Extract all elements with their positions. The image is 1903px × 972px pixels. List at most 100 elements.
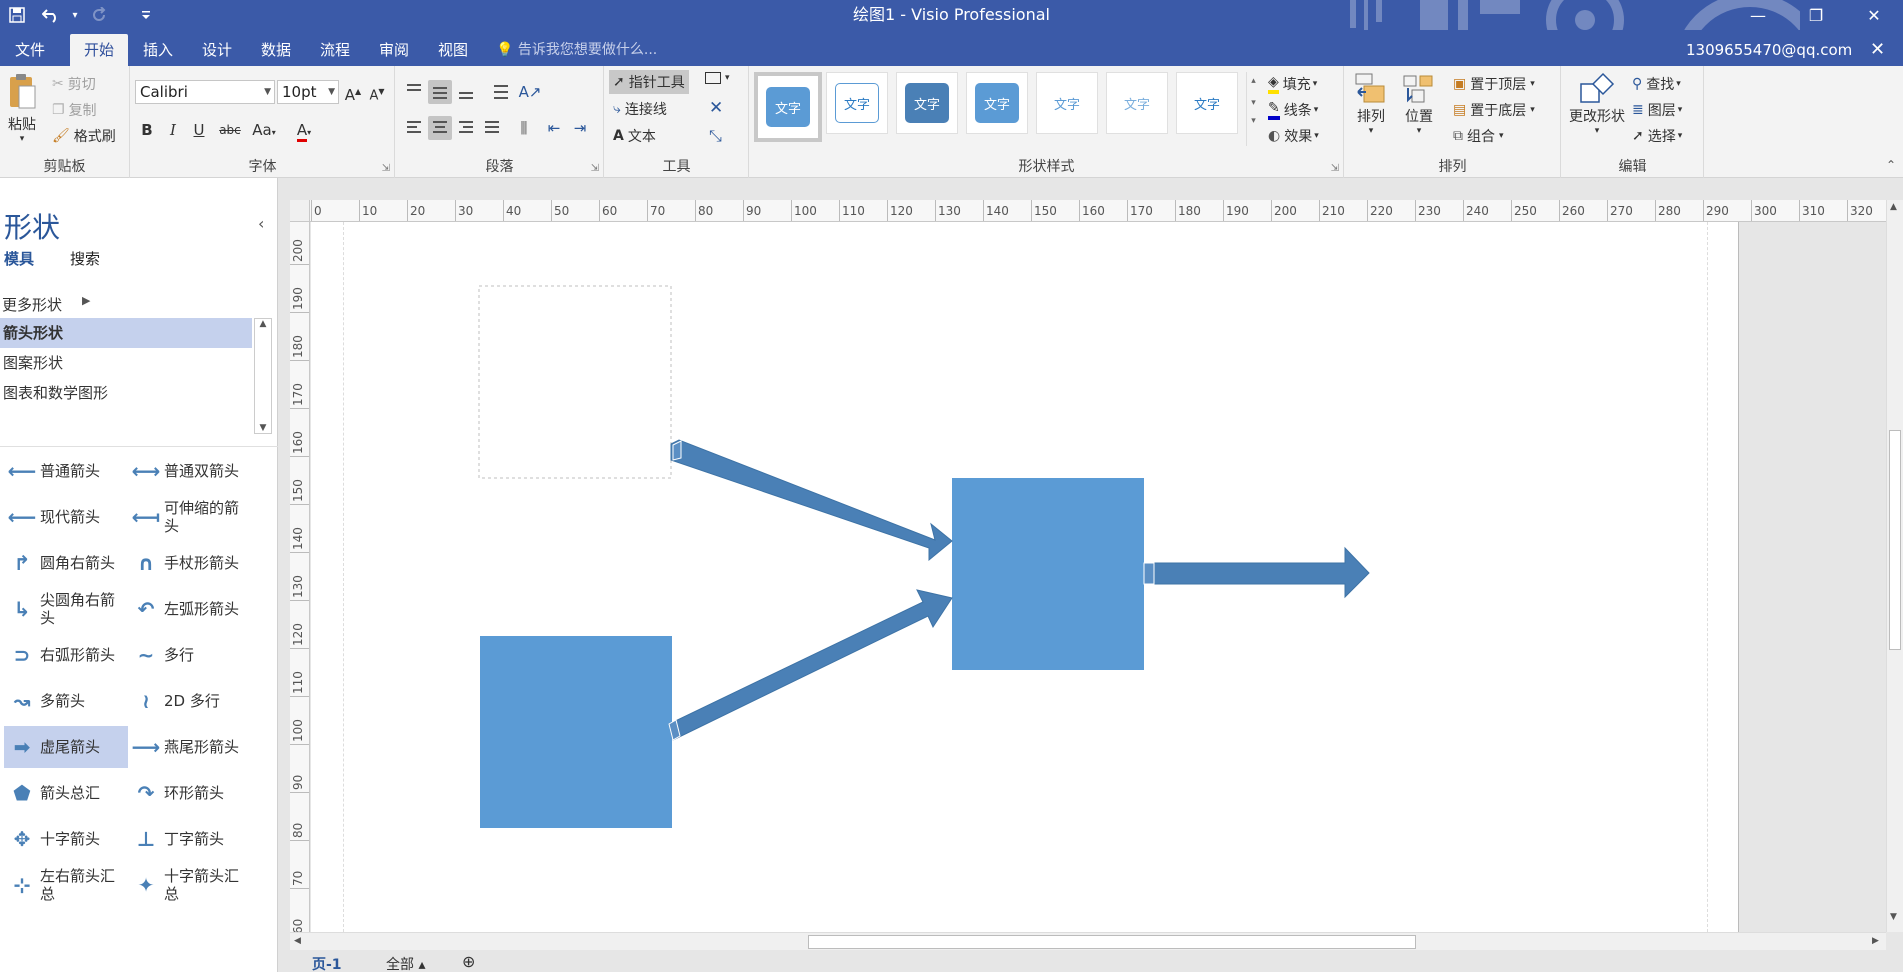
- find-button[interactable]: ⚲ 查找 ▾: [1632, 74, 1681, 94]
- scroll-left-icon[interactable]: ◀: [294, 936, 301, 946]
- font-size-select[interactable]: 10pt ▼: [277, 80, 339, 104]
- save-icon[interactable]: [0, 0, 34, 30]
- scroll-down-icon[interactable]: ▼: [1890, 912, 1897, 922]
- dialog-launcher-icon[interactable]: ⇲: [382, 163, 390, 174]
- collapse-panel-icon[interactable]: ‹: [258, 214, 264, 233]
- tab-data[interactable]: 数据: [252, 34, 300, 66]
- align-top-button[interactable]: [402, 80, 426, 104]
- pointer-tool-button[interactable]: ➚ 指针工具: [609, 70, 689, 94]
- gallery-scroll[interactable]: ▴ ▾ ▾: [1246, 72, 1260, 146]
- master-shape-7-0[interactable]: ⬟ 箭头总汇: [4, 772, 128, 814]
- drawing-page[interactable]: [311, 222, 1739, 932]
- connector-button[interactable]: ⤷ 连接线: [613, 99, 667, 119]
- change-shape-button[interactable]: 更改形状 ▾: [1566, 72, 1628, 136]
- master-shape-9-1[interactable]: ✦ 十字箭头汇总: [128, 864, 252, 906]
- close-icon[interactable]: ✕: [1845, 0, 1903, 30]
- undo-dropdown-icon[interactable]: ▾: [68, 0, 82, 30]
- style-thumbnail-4[interactable]: 文字: [966, 72, 1028, 134]
- arrow-center-to-right[interactable]: [1143, 546, 1370, 599]
- align-left-button[interactable]: [402, 116, 426, 140]
- dialog-launcher-icon[interactable]: ⇲: [1331, 163, 1339, 174]
- add-page-icon[interactable]: ⊕: [462, 952, 475, 971]
- page-tab-1[interactable]: 页-1: [312, 954, 342, 972]
- position-button[interactable]: 位置 ▾: [1397, 72, 1441, 136]
- font-name-select[interactable]: Calibri ▼: [135, 80, 275, 104]
- copy-button[interactable]: ❐ 复制: [52, 100, 97, 120]
- select-button[interactable]: ➚ 选择 ▾: [1632, 126, 1682, 146]
- grow-font-button[interactable]: A▲: [341, 80, 365, 104]
- tab-home[interactable]: 开始: [70, 34, 128, 66]
- dialog-launcher-icon[interactable]: ⇲: [591, 163, 599, 174]
- tab-view[interactable]: 视图: [429, 34, 477, 66]
- align-right-button[interactable]: [454, 116, 478, 140]
- horizontal-scroll-thumb[interactable]: [808, 935, 1416, 949]
- font-color-button[interactable]: A▾: [287, 118, 321, 142]
- master-shape-1-1[interactable]: ⟻ 可伸缩的箭头: [128, 496, 252, 538]
- rectangle-tool-button[interactable]: ▾: [705, 72, 730, 84]
- stencil-list-scrollbar[interactable]: ▲ ▼: [254, 318, 272, 434]
- master-shape-5-1[interactable]: ≀ 2D 多行: [128, 680, 252, 722]
- vertical-scrollbar[interactable]: ▲ ▼: [1886, 200, 1903, 932]
- master-shape-2-1[interactable]: ∩ 手杖形箭头: [128, 542, 252, 584]
- master-shape-6-1[interactable]: ⟶ 燕尾形箭头: [128, 726, 252, 768]
- delete-connector-icon[interactable]: ✕: [709, 98, 723, 118]
- text-direction-icon[interactable]: A↗: [518, 80, 542, 104]
- tab-design[interactable]: 设计: [193, 34, 241, 66]
- send-to-back-button[interactable]: ▤ 置于底层 ▾: [1453, 100, 1535, 120]
- tab-file[interactable]: 文件: [0, 34, 60, 66]
- tell-me-search[interactable]: 💡 告诉我您想要做什么...: [496, 34, 657, 66]
- strikethrough-button[interactable]: abc: [215, 118, 245, 142]
- master-shape-7-1[interactable]: ↷ 环形箭头: [128, 772, 252, 814]
- connection-point-icon[interactable]: ⤡: [709, 126, 722, 146]
- master-shape-5-0[interactable]: ↝ 多箭头: [4, 680, 128, 722]
- fill-button[interactable]: ◈ 填充 ▾: [1268, 74, 1317, 94]
- master-shape-2-0[interactable]: ↱ 圆角右箭头: [4, 542, 128, 584]
- collapse-ribbon-icon[interactable]: ⌃: [1886, 158, 1896, 172]
- justify-button[interactable]: [480, 116, 504, 140]
- style-thumbnail-5[interactable]: 文字: [1036, 72, 1098, 134]
- column-icon[interactable]: ⫼: [512, 116, 536, 140]
- master-shape-4-1[interactable]: ∼ 多行: [128, 634, 252, 676]
- scroll-up-icon[interactable]: ▲: [1890, 202, 1897, 212]
- scroll-right-icon[interactable]: ▶: [1872, 936, 1879, 946]
- style-thumbnail-6[interactable]: 文字: [1106, 72, 1168, 134]
- account-email[interactable]: 1309655470@qq.com: [1686, 34, 1852, 66]
- arrange-button[interactable]: 排列 ▾: [1351, 72, 1391, 136]
- change-case-button[interactable]: Aa▾: [247, 118, 281, 142]
- master-shape-4-0[interactable]: ⊃ 右弧形箭头: [4, 634, 128, 676]
- line-button[interactable]: ✎ 线条 ▾: [1268, 100, 1318, 120]
- master-shape-8-1[interactable]: ⊥ 丁字箭头: [128, 818, 252, 860]
- align-bottom-button[interactable]: [454, 80, 478, 104]
- shrink-font-button[interactable]: A▼: [365, 80, 389, 104]
- tab-insert[interactable]: 插入: [134, 34, 182, 66]
- close-window-icon[interactable]: ✕: [1870, 34, 1885, 66]
- layers-button[interactable]: ≣ 图层 ▾: [1632, 100, 1682, 120]
- bring-to-front-button[interactable]: ▣ 置于顶层 ▾: [1453, 74, 1535, 94]
- bold-button[interactable]: B: [135, 118, 159, 142]
- vertical-scroll-thumb[interactable]: [1889, 430, 1901, 650]
- underline-button[interactable]: U: [187, 118, 211, 142]
- tab-stencils[interactable]: 模具: [4, 248, 34, 269]
- master-shape-0-0[interactable]: ⟵ 普通箭头: [4, 450, 128, 492]
- align-center-button[interactable]: [428, 116, 452, 140]
- page-tab-all[interactable]: 全部 ▴: [386, 954, 425, 972]
- style-thumbnail-3[interactable]: 文字: [896, 72, 958, 134]
- more-shapes-button[interactable]: 更多形状 ▶: [2, 294, 90, 315]
- style-thumbnail-2[interactable]: 文字: [826, 72, 888, 134]
- tab-process[interactable]: 流程: [311, 34, 359, 66]
- blue-square-center[interactable]: [952, 478, 1144, 670]
- increase-indent-icon[interactable]: ⇥: [568, 116, 592, 140]
- format-painter-button[interactable]: 🖌 格式刷: [52, 126, 116, 146]
- group-button[interactable]: ⧉ 组合 ▾: [1453, 126, 1504, 146]
- align-middle-button[interactable]: [428, 80, 452, 104]
- undo-icon[interactable]: [34, 0, 68, 30]
- italic-button[interactable]: I: [161, 118, 185, 142]
- master-shape-9-0[interactable]: ⊹ 左右箭头汇总: [4, 864, 128, 906]
- effects-button[interactable]: ◐ 效果 ▾: [1268, 126, 1319, 146]
- style-thumbnail-1[interactable]: 文字: [754, 72, 822, 142]
- arrow-bottom-to-center[interactable]: [668, 589, 953, 741]
- arrow-top-to-center[interactable]: [670, 439, 953, 562]
- master-shape-1-0[interactable]: ⟵ 现代箭头: [4, 496, 128, 538]
- decrease-indent-icon[interactable]: ⇤: [542, 116, 566, 140]
- master-shape-8-0[interactable]: ✥ 十字箭头: [4, 818, 128, 860]
